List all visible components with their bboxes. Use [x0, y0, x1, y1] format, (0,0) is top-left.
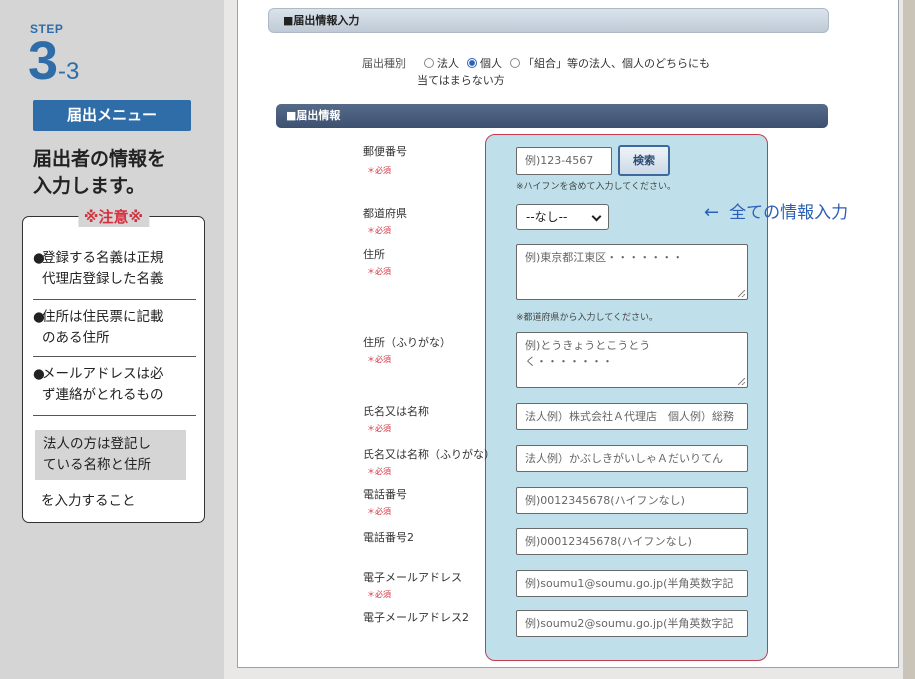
divider [33, 299, 196, 300]
corporate-note: 法人の方は登記し ている名称と住所 [35, 430, 186, 480]
prefecture-select-value: --なし-- [526, 210, 568, 224]
radio-corporate[interactable] [424, 58, 434, 68]
name-kana-input[interactable]: 法人例）かぶしきがいしゃＡだいりてん [516, 445, 748, 472]
corporate-note-line2: ている名称と住所 [43, 457, 151, 473]
name-input[interactable]: 法人例）株式会社Ａ代理店 個人例）総務 [516, 403, 748, 430]
menu-badge: 届出メニュー [33, 100, 191, 131]
section-header-info: ■届出情報 [276, 104, 828, 128]
callout-text: 全ての情報入力 [729, 203, 849, 223]
bullet-icon: ● [33, 309, 45, 325]
caution-item-3-line2: ず連絡がとれるもの [42, 387, 164, 403]
name-label: 氏名又は名称 [363, 405, 429, 418]
email-input[interactable]: 例)soumu1@soumu.go.jp(半角英数字記 [516, 570, 748, 597]
radio-individual[interactable] [467, 58, 477, 68]
required-mark: ＊必須 [367, 424, 391, 433]
corporate-note-tail: を入力すること [41, 493, 136, 509]
step-number: 3-3 [28, 34, 79, 88]
postal-label: 郵便番号 [363, 145, 407, 158]
prefecture-select[interactable]: --なし-- [516, 204, 609, 230]
address-kana-placeholder-line1: 例)とうきょうとこうとう [525, 339, 651, 352]
arrow-left-icon: ← [704, 202, 720, 223]
phone-input[interactable]: 例)0012345678(ハイフンなし) [516, 487, 748, 514]
step-number-main: 3 [28, 31, 59, 91]
radio-corporate-label: 法人 [437, 57, 459, 70]
caution-title: ※注意※ [77, 206, 150, 227]
section-header-input: ■届出情報入力 [268, 8, 829, 33]
caution-item-1: ●登録する名義は正規 代理店登録した名義 [33, 248, 196, 290]
address-kana-label: 住所（ふりがな） [363, 336, 451, 349]
caution-item-2: ●住所は住民票に記載 のある住所 [33, 307, 196, 349]
prefecture-label: 都道府県 [363, 207, 407, 220]
guide-heading-line2: 入力します。 [33, 175, 146, 197]
required-mark: ＊必須 [367, 267, 391, 276]
required-mark: ＊必須 [367, 226, 391, 235]
email-label: 電子メールアドレス [363, 571, 462, 584]
required-mark: ＊必須 [367, 507, 391, 516]
address-kana-input[interactable]: 例)とうきょうとこうとう く・・・・・・・ [516, 332, 748, 388]
step-number-sub: -3 [58, 58, 80, 85]
phone2-input[interactable]: 例)00012345678(ハイフンなし) [516, 528, 748, 555]
address-kana-placeholder-line2: く・・・・・・・ [525, 355, 613, 368]
divider [33, 356, 196, 357]
corporate-note-line1: 法人の方は登記し [43, 436, 151, 452]
caution-item-2-line2: のある住所 [42, 330, 110, 346]
address-hint: ※都道府県から入力してください。 [516, 313, 659, 323]
chevron-down-icon [591, 211, 602, 222]
address-input[interactable]: 例)東京都江東区・・・・・・・ [516, 244, 748, 300]
required-mark: ＊必須 [367, 590, 391, 599]
radio-individual-label: 個人 [480, 57, 502, 70]
registration-type-row: 届出種別 法人 個人 「組合」等の法人、個人のどちらにも 当てはまらない方 [362, 55, 710, 89]
caution-item-3: ●メールアドレスは必 ず連絡がとれるもの [33, 364, 196, 406]
email2-input[interactable]: 例)soumu2@soumu.go.jp(半角英数字記 [516, 610, 748, 637]
radio-other-label-cont: 当てはまらない方 [417, 74, 505, 87]
callout-all-info: ← 全ての情報入力 [704, 198, 848, 223]
caution-item-3-line1: メールアドレスは必 [42, 366, 164, 382]
name-kana-label: 氏名又は名称（ふりがな） [363, 448, 495, 461]
required-mark: ＊必須 [367, 355, 391, 364]
postal-hint: ※ハイフンを含めて入力してください。 [516, 182, 677, 192]
bullet-icon: ● [33, 250, 45, 266]
radio-other-label: 「組合」等の法人、個人のどちらにも [523, 57, 710, 70]
registration-type-label: 届出種別 [362, 57, 406, 70]
divider [33, 415, 196, 416]
bullet-icon: ● [33, 366, 45, 382]
guide-heading-line1: 届出者の情報を [33, 148, 167, 170]
guide-panel: STEP 3-3 届出メニュー 届出者の情報を 入力します。 ※注意※ ●登録す… [0, 0, 224, 679]
postal-input[interactable]: 例)123-4567 [516, 147, 612, 175]
caution-item-2-line1: 住所は住民票に記載 [42, 309, 164, 325]
caution-item-1-line2: 代理店登録した名義 [42, 271, 164, 287]
form-screenshot: ■届出情報入力 届出種別 法人 個人 「組合」等の法人、個人のどちらにも 当てはまらな… [237, 0, 899, 668]
email2-label: 電子メールアドレス2 [363, 611, 469, 624]
caution-item-1-line1: 登録する名義は正規 [42, 250, 164, 266]
radio-other[interactable] [510, 58, 520, 68]
guide-heading: 届出者の情報を 入力します。 [33, 146, 213, 200]
caution-box: ※注意※ ●登録する名義は正規 代理店登録した名義 ●住所は住民票に記載 のある… [22, 206, 205, 523]
right-edge-strip [903, 0, 915, 679]
search-button[interactable]: 検索 [618, 145, 670, 176]
required-mark: ＊必須 [367, 166, 391, 175]
required-mark: ＊必須 [367, 467, 391, 476]
phone2-label: 電話番号2 [363, 531, 414, 544]
phone-label: 電話番号 [363, 488, 407, 501]
address-label: 住所 [363, 248, 385, 261]
